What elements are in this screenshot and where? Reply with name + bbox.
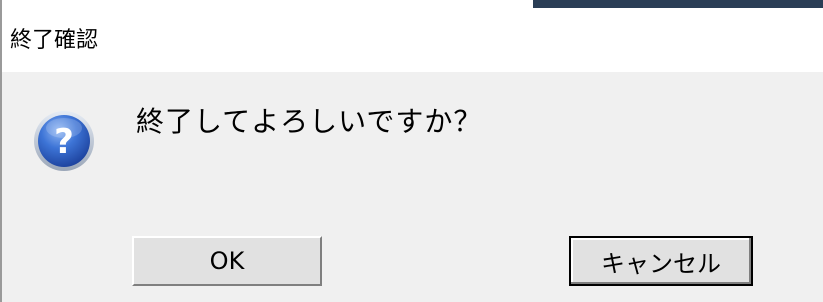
dialog-content: ? 終了してよろしいですか？ OK キャンセル <box>2 72 823 302</box>
confirm-exit-dialog: 終了確認 ? 終了してよろしいですか？ OK キャンセル <box>0 0 823 302</box>
cancel-button-label: キャンセル <box>601 249 721 278</box>
window-top-strip <box>2 0 823 8</box>
ok-button-label: OK <box>209 247 245 275</box>
question-icon: ? <box>34 111 94 171</box>
dialog-titlebar[interactable]: 終了確認 <box>2 8 823 72</box>
dialog-message: 終了してよろしいですか？ <box>136 105 483 138</box>
svg-text:?: ? <box>54 122 74 162</box>
background-window-accent <box>533 0 823 8</box>
dialog-title: 終了確認 <box>10 28 99 53</box>
ok-button[interactable]: OK <box>132 236 322 286</box>
cancel-button[interactable]: キャンセル <box>569 236 753 286</box>
